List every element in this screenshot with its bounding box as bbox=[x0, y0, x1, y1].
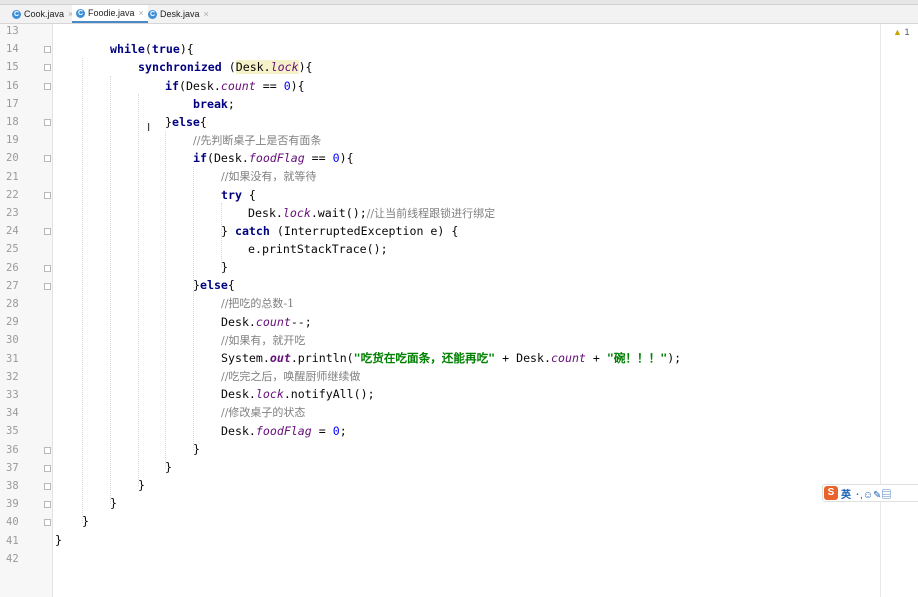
fold-marker-icon[interactable] bbox=[44, 46, 51, 54]
line-number: 22 bbox=[6, 188, 19, 201]
line-number: 25 bbox=[6, 243, 19, 256]
ime-mode-label[interactable]: 英 bbox=[841, 486, 851, 501]
code-line-18: }else{ bbox=[165, 115, 207, 129]
line-number: 33 bbox=[6, 389, 19, 401]
line-number: 20 bbox=[6, 152, 19, 165]
code-line-36: } bbox=[193, 442, 200, 456]
fold-marker-icon[interactable] bbox=[44, 264, 51, 272]
fold-marker-icon[interactable] bbox=[44, 483, 51, 490]
indent-guide bbox=[82, 58, 83, 523]
line-number: 41 bbox=[6, 534, 19, 547]
code-line-31: System.out.println("吃货在吃面条，还能再吃" + Desk.… bbox=[221, 351, 682, 365]
code-line-41: } bbox=[55, 533, 62, 547]
fold-marker-icon[interactable] bbox=[44, 228, 51, 236]
code-line-28: //把吃的总数-1 bbox=[221, 297, 295, 310]
fold-marker-icon[interactable] bbox=[44, 155, 51, 163]
line-number: 15 bbox=[6, 61, 19, 74]
text-cursor-icon: I bbox=[147, 121, 151, 134]
fold-marker-icon[interactable] bbox=[44, 282, 51, 290]
line-number: 42 bbox=[6, 552, 19, 565]
fold-marker-icon[interactable] bbox=[44, 64, 51, 72]
line-number: 16 bbox=[6, 79, 19, 92]
code-line-40: } bbox=[82, 514, 89, 528]
fold-marker-icon[interactable] bbox=[44, 191, 51, 199]
line-number: 23 bbox=[6, 207, 19, 219]
code-line-27: }else{ bbox=[193, 278, 235, 292]
warning-icon: ▲ bbox=[893, 27, 902, 37]
ime-tool-icons[interactable]: ･,☺✎▤ bbox=[855, 486, 891, 501]
line-number: 14 bbox=[6, 43, 19, 56]
line-number: 40 bbox=[6, 516, 19, 529]
line-number: 37 bbox=[6, 461, 19, 474]
line-number: 30 bbox=[6, 334, 19, 347]
fold-marker-icon[interactable] bbox=[44, 119, 51, 126]
code-line-16: if(Desk.count == 0){ bbox=[165, 79, 305, 93]
line-number: 21 bbox=[6, 170, 19, 183]
fold-marker-icon[interactable] bbox=[44, 501, 51, 509]
code-line-14: while(true){ bbox=[110, 42, 194, 56]
code-line-34: //修改桌子的状态 bbox=[221, 406, 306, 419]
line-number: 38 bbox=[6, 480, 19, 492]
code-editor[interactable]: while(true){ synchronized (Desk.lock){ i… bbox=[0, 0, 880, 597]
line-number: 31 bbox=[6, 352, 19, 365]
fold-marker-icon[interactable] bbox=[44, 519, 51, 527]
fold-marker-icon[interactable] bbox=[44, 464, 51, 472]
line-number: 36 bbox=[6, 443, 19, 456]
code-line-33: Desk.lock.notifyAll(); bbox=[221, 387, 375, 401]
warning-count: 1 bbox=[904, 27, 910, 37]
code-line-38: } bbox=[138, 478, 145, 492]
code-line-21: //如果没有，就等待 bbox=[221, 170, 317, 183]
code-line-15: synchronized (Desk.lock){ bbox=[138, 60, 313, 74]
indent-guide bbox=[110, 76, 111, 504]
code-line-37: } bbox=[165, 460, 172, 474]
code-line-23: Desk.lock.wait();//让当前线程跟锁进行绑定 bbox=[248, 206, 496, 220]
code-line-30: //如果有，就开吃 bbox=[221, 334, 306, 347]
line-number: 27 bbox=[6, 279, 19, 292]
code-line-20: if(Desk.foodFlag == 0){ bbox=[193, 151, 354, 165]
line-number: 39 bbox=[6, 498, 19, 511]
line-number: 17 bbox=[6, 97, 19, 110]
indent-guide bbox=[138, 94, 139, 486]
code-line-19: //先判断桌子上是否有面条 bbox=[193, 134, 322, 147]
indent-guide bbox=[193, 167, 194, 450]
sogou-logo-icon: S bbox=[824, 486, 838, 500]
inspection-widget[interactable]: ▲ 1 bbox=[893, 27, 909, 37]
fold-marker-icon[interactable] bbox=[44, 446, 51, 454]
line-number: 13 bbox=[6, 25, 19, 37]
code-line-39: } bbox=[110, 496, 117, 510]
code-line-17: break; bbox=[193, 97, 235, 111]
line-number: 18 bbox=[6, 116, 19, 128]
code-line-22: try { bbox=[221, 188, 256, 202]
line-number: 26 bbox=[6, 261, 19, 274]
code-line-25: e.printStackTrace(); bbox=[248, 242, 388, 256]
line-number: 29 bbox=[6, 316, 19, 329]
code-line-29: Desk.count--; bbox=[221, 315, 312, 329]
fold-marker-icon[interactable] bbox=[44, 82, 51, 90]
line-number: 32 bbox=[6, 370, 19, 383]
code-line-35: Desk.foodFlag = 0; bbox=[221, 424, 347, 438]
indent-guide bbox=[165, 131, 166, 468]
code-line-26: } bbox=[221, 260, 228, 274]
line-number: 19 bbox=[6, 134, 19, 147]
code-line-32: //吃完之后，唤醒厨师继续做 bbox=[221, 370, 361, 383]
line-number: 24 bbox=[6, 225, 19, 238]
line-number: 35 bbox=[6, 425, 19, 438]
line-number: 34 bbox=[6, 407, 19, 420]
error-stripe[interactable] bbox=[880, 24, 881, 597]
ime-toolbar[interactable]: S 英 ･,☺✎▤ bbox=[822, 484, 918, 502]
line-number: 28 bbox=[6, 298, 19, 310]
code-line-24: } catch (InterruptedException e) { bbox=[221, 224, 459, 238]
